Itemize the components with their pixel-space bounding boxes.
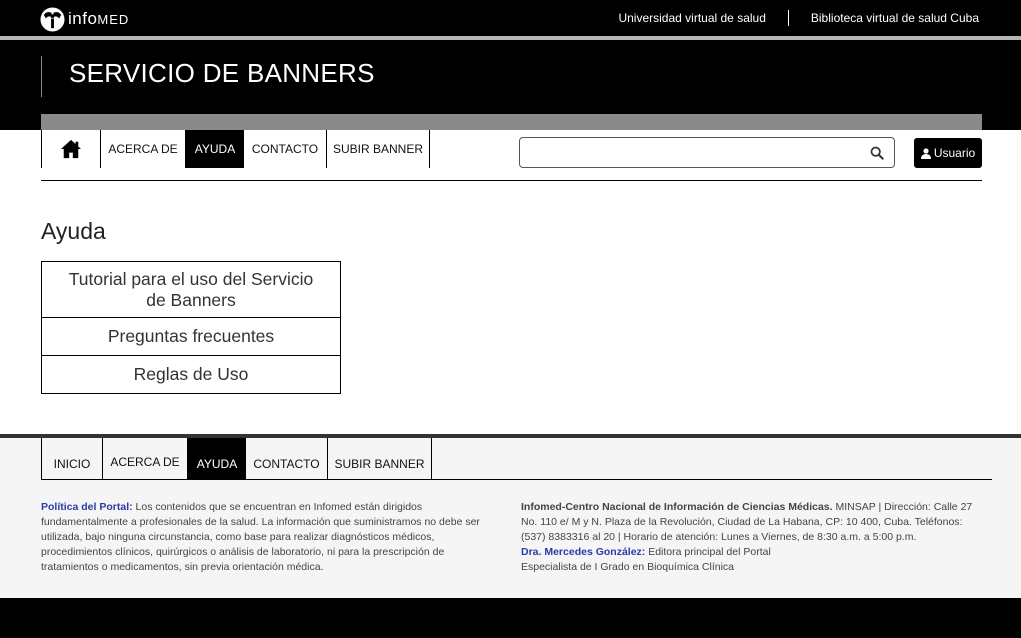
infomed-logo-icon (40, 6, 65, 32)
footer-contact: Infomed-Centro Nacional de Información d… (521, 500, 981, 575)
help-list: Tutorial para el uso del Servicio de Ban… (41, 261, 341, 394)
org-name: Infomed-Centro Nacional de Información d… (521, 501, 833, 513)
link-universidad-virtual[interactable]: Universidad virtual de salud (618, 11, 765, 25)
help-item-tutorial[interactable]: Tutorial para el uso del Servicio de Ban… (42, 262, 340, 318)
header-accent-bar (41, 56, 42, 97)
help-item-preguntas-frecuentes[interactable]: Preguntas frecuentes (42, 318, 340, 356)
footer-nav: INICIO ACERCA DE AYUDA CONTACTO SUBIR BA… (41, 438, 992, 480)
footer-nav-ayuda[interactable]: AYUDA (188, 438, 246, 479)
footer-policy: Política del Portal: Los contenidos que … (41, 500, 491, 575)
editor-specialty: Especialista de I Grado en Bioquímica Cl… (521, 561, 735, 573)
top-links-divider (787, 10, 789, 26)
user-icon (920, 147, 931, 159)
editor-role: Editora principal del Portal (645, 546, 771, 558)
logo-text: infoMED (68, 9, 130, 28)
search-box (519, 137, 895, 168)
nav-acerca-de[interactable]: ACERCA DE (101, 130, 186, 168)
help-item-reglas-de-uso[interactable]: Reglas de Uso (42, 356, 340, 393)
main-nav: ACERCA DE AYUDA CONTACTO SUBIR BANNER Us… (41, 130, 982, 181)
top-bar: infoMED Universidad virtual de salud Bib… (0, 0, 1021, 36)
home-icon (61, 139, 81, 159)
footer-nav-acerca-de[interactable]: ACERCA DE (103, 438, 188, 479)
search-input[interactable] (528, 142, 858, 163)
nav-items: ACERCA DE AYUDA CONTACTO SUBIR BANNER (41, 130, 430, 168)
infomed-logo[interactable]: infoMED (40, 6, 129, 32)
page-title: Ayuda (41, 218, 106, 244)
nav-contacto[interactable]: CONTACTO (244, 130, 327, 168)
top-links: Universidad virtual de salud Biblioteca … (618, 0, 979, 36)
footer-nav-inicio[interactable]: INICIO (41, 438, 103, 479)
editor-link[interactable]: Dra. Mercedes González: (521, 546, 645, 558)
policy-link[interactable]: Política del Portal: (41, 501, 133, 513)
link-biblioteca-virtual[interactable]: Biblioteca virtual de salud Cuba (811, 11, 979, 25)
nav-home[interactable] (41, 130, 101, 168)
site-title: SERVICIO DE BANNERS (69, 58, 375, 88)
site-footer: INICIO ACERCA DE AYUDA CONTACTO SUBIR BA… (0, 434, 1021, 598)
footer-nav-contacto[interactable]: CONTACTO (246, 438, 328, 479)
search-icon[interactable] (870, 146, 884, 160)
user-button-label: Usuario (933, 146, 976, 160)
bottom-bar (0, 598, 1021, 638)
site-header: SERVICIO DE BANNERS (0, 40, 1021, 130)
header-strip (41, 114, 982, 130)
nav-ayuda[interactable]: AYUDA (186, 130, 244, 168)
user-button[interactable]: Usuario (914, 138, 982, 168)
nav-subir-banner[interactable]: SUBIR BANNER (327, 130, 430, 168)
footer-nav-subir-banner[interactable]: SUBIR BANNER (328, 438, 432, 479)
